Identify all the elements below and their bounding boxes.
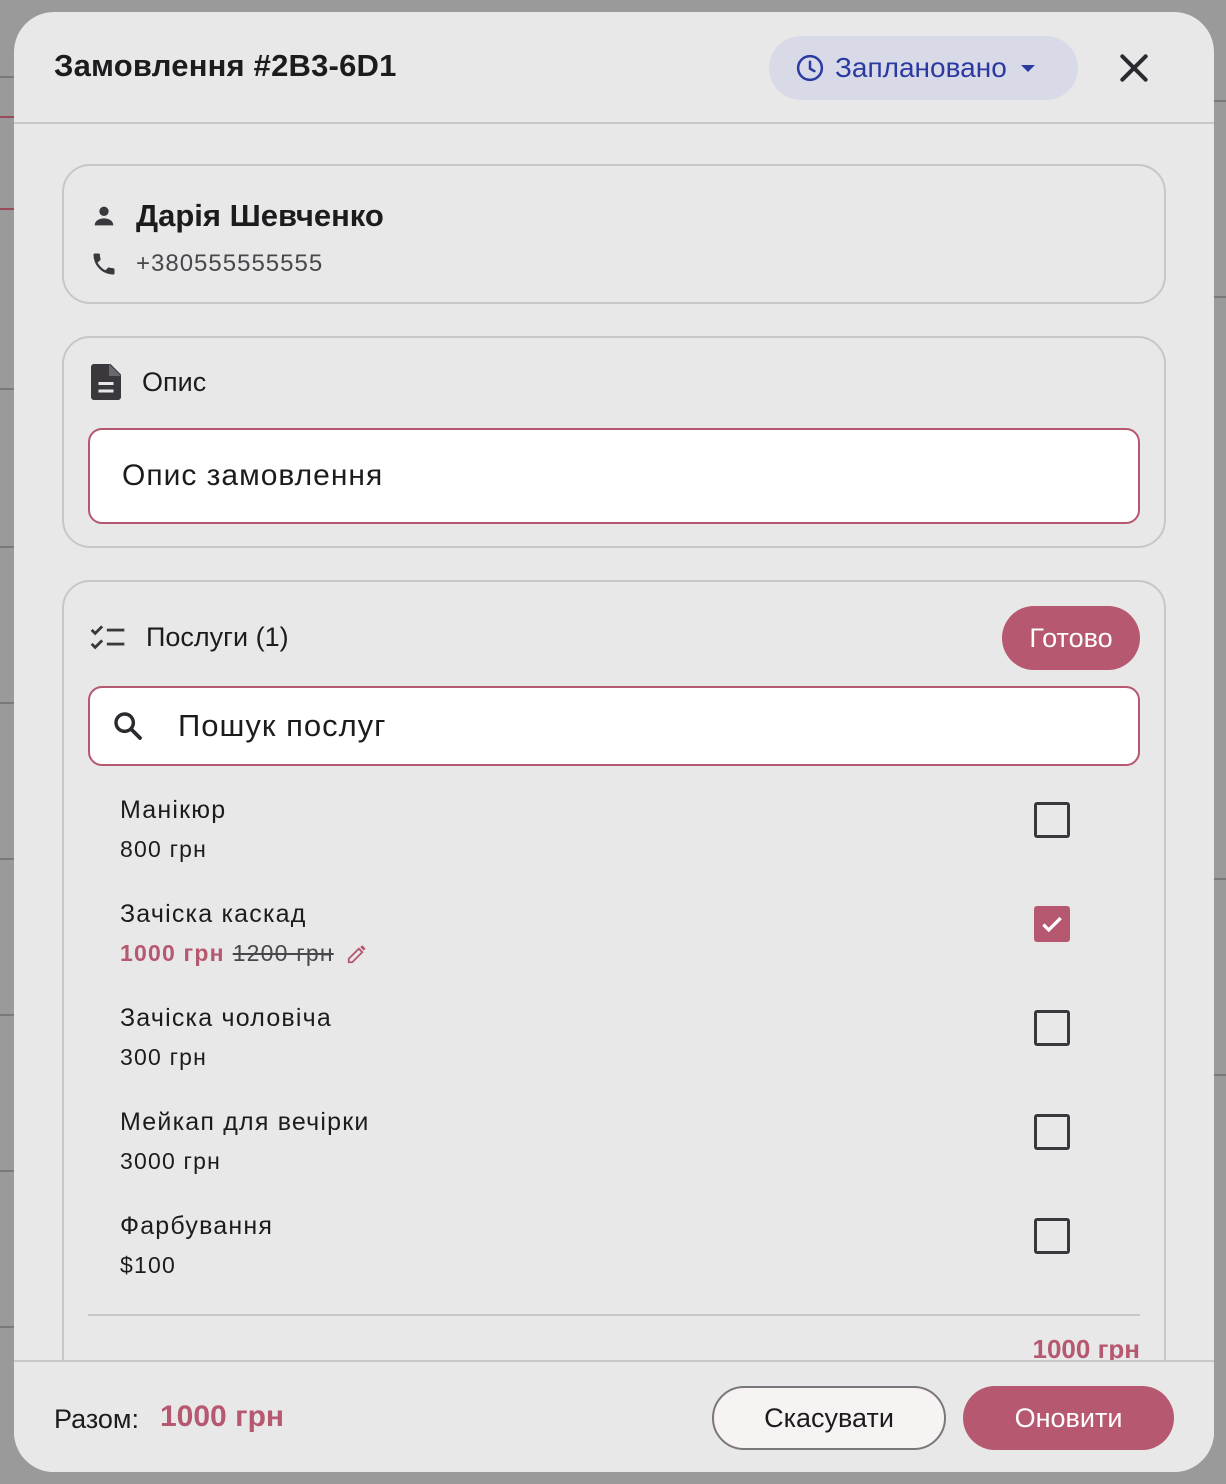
services-header: Послуги (1) xyxy=(90,622,289,653)
description-card: Опис Опис замовлення xyxy=(62,336,1166,548)
service-checkbox[interactable] xyxy=(1034,1218,1070,1254)
service-item[interactable]: Зачіска каскад 1000 грн 1200 грн xyxy=(120,900,1100,990)
background-divider xyxy=(0,1326,14,1328)
client-phone: +380555555555 xyxy=(136,250,324,277)
update-button[interactable]: Оновити xyxy=(963,1386,1174,1450)
service-price: 300 грн xyxy=(120,1044,207,1071)
service-name: Манікюр xyxy=(120,796,227,824)
status-label: Заплановано xyxy=(835,52,1007,83)
total-value: 1000 грн xyxy=(160,1400,285,1433)
service-price: 800 грн xyxy=(120,836,207,863)
background-divider xyxy=(1214,878,1226,880)
service-name: Мейкап для вечірки xyxy=(120,1108,370,1136)
service-name: Зачіска чоловіча xyxy=(120,1004,332,1032)
service-checkbox[interactable] xyxy=(1034,1010,1070,1046)
background-divider xyxy=(0,858,14,860)
service-price: 1000 грн 1200 грн xyxy=(120,940,368,967)
checklist-icon xyxy=(90,624,125,649)
background-divider xyxy=(0,546,14,548)
service-original-price: 1200 грн xyxy=(232,940,334,966)
background-divider xyxy=(0,1170,14,1172)
service-name: Зачіска каскад xyxy=(120,900,307,928)
services-divider xyxy=(88,1314,1140,1316)
search-placeholder: Пошук послуг xyxy=(178,708,387,743)
service-price: $100 xyxy=(120,1252,176,1279)
background-divider xyxy=(1214,1074,1226,1076)
check-icon xyxy=(1042,916,1062,933)
service-price-value: 300 грн xyxy=(120,1044,208,1070)
order-dialog: Замовлення #2B3-6D1 Заплановано Дарія Ше… xyxy=(14,12,1214,1472)
dialog-footer: Разом: 1000 грн Скасувати Оновити xyxy=(14,1360,1214,1472)
pencil-icon[interactable] xyxy=(346,943,368,965)
service-price-value: 800 грн xyxy=(120,836,208,862)
service-name: Фарбування xyxy=(120,1212,274,1240)
phone-icon xyxy=(93,253,115,275)
client-card: Дарія Шевченко +380555555555 xyxy=(62,164,1166,304)
background-divider xyxy=(1214,100,1226,102)
total-label: Разом: xyxy=(54,1404,139,1434)
close-icon[interactable] xyxy=(1114,48,1154,88)
background-divider xyxy=(0,388,14,390)
service-price-value: 3000 грн xyxy=(120,1148,222,1174)
person-icon xyxy=(94,206,114,226)
background-divider xyxy=(1214,296,1226,298)
services-heading: Послуги (1) xyxy=(146,622,289,652)
dialog-header: Замовлення #2B3-6D1 Заплановано xyxy=(14,12,1214,124)
client-phone-row: +380555555555 xyxy=(90,250,323,278)
document-icon xyxy=(91,364,121,400)
service-discounted-price: 1000 грн xyxy=(120,940,225,966)
service-item[interactable]: Мейкап для вечірки 3000 грн xyxy=(120,1108,1100,1198)
service-item[interactable]: Манікюр 800 грн xyxy=(120,796,1100,886)
clock-icon xyxy=(796,54,824,82)
service-checkbox[interactable] xyxy=(1034,1114,1070,1150)
background-divider xyxy=(0,1014,14,1016)
service-item[interactable]: Зачіска чоловіча 300 грн xyxy=(120,1004,1100,1094)
service-price-value: $100 xyxy=(120,1252,176,1278)
status-dropdown[interactable]: Заплановано xyxy=(769,36,1078,100)
chevron-down-icon xyxy=(1020,64,1035,72)
description-header: Опис xyxy=(90,364,206,400)
service-checkbox[interactable] xyxy=(1034,802,1070,838)
description-heading: Опис xyxy=(142,366,207,397)
description-field[interactable]: Опис замовлення xyxy=(88,428,1140,524)
done-button[interactable]: Готово xyxy=(1002,606,1140,670)
service-checkbox-checked[interactable] xyxy=(1034,906,1070,942)
service-search-input[interactable]: Пошук послуг xyxy=(88,686,1140,766)
background-divider xyxy=(0,208,14,210)
background-divider xyxy=(0,116,14,118)
cancel-button[interactable]: Скасувати xyxy=(712,1386,946,1450)
service-item[interactable]: Фарбування $100 xyxy=(120,1212,1100,1302)
service-price: 3000 грн xyxy=(120,1148,221,1175)
search-icon xyxy=(114,712,142,740)
dialog-title: Замовлення #2B3-6D1 xyxy=(54,48,397,83)
background-divider xyxy=(0,702,14,704)
services-card: Послуги (1) Готово Пошук послуг Манікюр … xyxy=(62,580,1166,1400)
client-name: Дарія Шевченко xyxy=(136,198,384,233)
client-name-row: Дарія Шевченко xyxy=(90,198,384,234)
background-divider xyxy=(0,76,14,78)
